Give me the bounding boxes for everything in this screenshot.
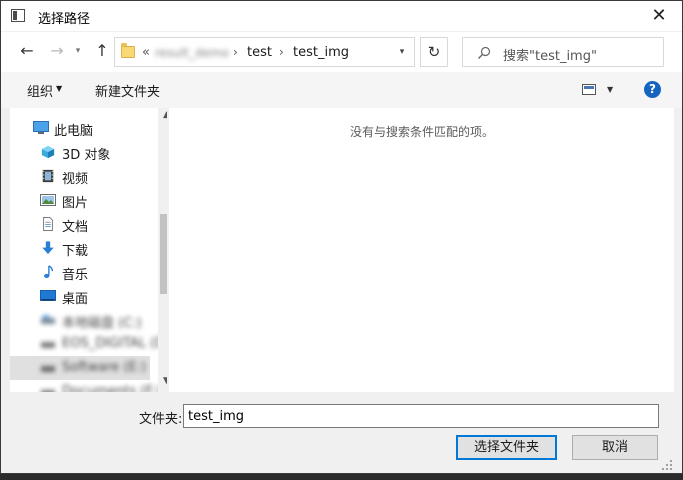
sidebar-item-documents[interactable]: 文档	[10, 212, 150, 236]
breadcrumb-chevron-icon[interactable]: ›	[279, 45, 284, 59]
sidebar-item-videos[interactable]: 视频	[10, 164, 150, 188]
sidebar-item-drive[interactable]: Documents (F:)	[10, 380, 161, 392]
sidebar-item-label: 文档	[62, 220, 89, 235]
refresh-button[interactable]: ↻	[420, 37, 448, 67]
sidebar-item-downloads[interactable]: 下载	[10, 236, 150, 260]
sidebar-item-pictures[interactable]: 图片	[10, 188, 150, 212]
address-dropdown-button[interactable]: ▾	[390, 38, 414, 66]
sidebar-item-drive[interactable]: 本地磁盘 (C:)	[10, 308, 150, 332]
sidebar-item-label: 音乐	[62, 268, 89, 283]
forward-button[interactable]: →	[47, 41, 67, 61]
sidebar-item-drive[interactable]: EOS_DIGITAL (D:)	[10, 332, 167, 356]
new-folder-button[interactable]: 新建文件夹	[95, 81, 160, 100]
close-button[interactable]: ✕	[636, 1, 682, 31]
organize-button[interactable]: 组织	[27, 81, 53, 100]
sidebar-item-label: 本地磁盘 (C:)	[62, 316, 142, 331]
navigation-pane-scrollbar[interactable]: ▲ ▼	[158, 108, 167, 392]
breadcrumb-chevron-icon[interactable]: ›	[233, 45, 238, 59]
search-input[interactable]: 搜索"test_img"	[503, 45, 597, 64]
sidebar-item-label: 此电脑	[54, 124, 94, 139]
music-icon	[44, 265, 54, 279]
view-options-icon[interactable]	[582, 84, 596, 95]
sidebar-item-label: 视频	[62, 172, 89, 187]
resize-grip-icon[interactable]	[661, 459, 673, 471]
navigation-bar: ← → ▾ ↑ « result_demo › test › test_img …	[1, 32, 682, 72]
sidebar-item-label: 图片	[62, 196, 89, 211]
organize-caret-icon[interactable]: ▼	[56, 84, 62, 93]
empty-results-message: 没有与搜索条件匹配的项。	[349, 125, 494, 139]
breadcrumb-blurred-segment[interactable]: result_demo	[155, 46, 229, 60]
search-icon	[478, 46, 491, 59]
computer-icon	[33, 121, 49, 134]
select-folder-dialog: 选择路径 ✕ ← → ▾ ↑ « result_demo › test › te…	[0, 0, 683, 474]
breadcrumb-test-img[interactable]: test_img	[293, 45, 349, 60]
document-icon	[43, 217, 53, 231]
folder-icon	[121, 43, 135, 58]
navigation-pane[interactable]: 此电脑 3D 对象 视频 图片 文档 下载 音乐 桌面 本地磁盘 (C:) EO…	[10, 108, 167, 392]
sidebar-item-label: Software (E:)	[62, 360, 147, 375]
folder-field-label: 文件夹:	[139, 412, 183, 427]
sidebar-item-label: EOS_DIGITAL (D:)	[62, 336, 167, 351]
help-icon[interactable]: ?	[644, 81, 661, 98]
breadcrumb-overflow[interactable]: «	[142, 45, 150, 60]
drive-icon	[41, 366, 55, 372]
select-folder-button[interactable]: 选择文件夹	[456, 435, 557, 460]
video-icon	[42, 169, 54, 183]
recent-locations-button[interactable]: ▾	[71, 41, 85, 61]
sidebar-item-music[interactable]: 音乐	[10, 260, 150, 284]
background-window-strip	[0, 474, 683, 480]
cancel-button[interactable]: 取消	[572, 435, 658, 460]
window-title: 选择路径	[38, 12, 91, 27]
sidebar-item-desktop[interactable]: 桌面	[10, 284, 150, 308]
search-box[interactable]: 搜索"test_img"	[462, 37, 664, 67]
title-bar: 选择路径 ✕	[1, 1, 682, 31]
address-bar[interactable]: « result_demo › test › test_img ▾	[114, 37, 415, 67]
drive-icon	[41, 390, 55, 392]
desktop-icon	[40, 290, 56, 301]
sidebar-item-this-pc[interactable]: 此电脑	[10, 116, 150, 140]
folder-input[interactable]	[183, 404, 659, 428]
picture-icon	[40, 194, 56, 206]
scroll-thumb[interactable]	[160, 214, 167, 294]
sidebar-item-drive[interactable]: Software (E:)	[10, 356, 150, 380]
sidebar-item-label: 桌面	[62, 292, 89, 307]
window-icon	[11, 9, 25, 22]
sidebar-item-label: Documents (F:)	[62, 384, 162, 392]
download-icon	[42, 241, 54, 255]
back-button[interactable]: ←	[17, 41, 37, 61]
drive-icon	[41, 315, 55, 324]
sidebar-item-label: 3D 对象	[62, 148, 111, 163]
drive-icon	[41, 342, 55, 348]
file-list-pane[interactable]: 没有与搜索条件匹配的项。	[168, 108, 674, 392]
scroll-up-button[interactable]: ▲	[158, 110, 167, 124]
up-button[interactable]: ↑	[92, 41, 112, 61]
sidebar-item-3d-objects[interactable]: 3D 对象	[10, 140, 150, 164]
cube-3d-icon	[41, 145, 55, 159]
view-options-caret-icon[interactable]: ▼	[607, 85, 613, 94]
toolbar: 组织 ▼ 新建文件夹 ▼ ?	[1, 72, 682, 108]
scroll-down-button[interactable]: ▼	[158, 376, 167, 390]
breadcrumb-test[interactable]: test	[247, 45, 272, 60]
sidebar-item-label: 下载	[62, 244, 89, 259]
